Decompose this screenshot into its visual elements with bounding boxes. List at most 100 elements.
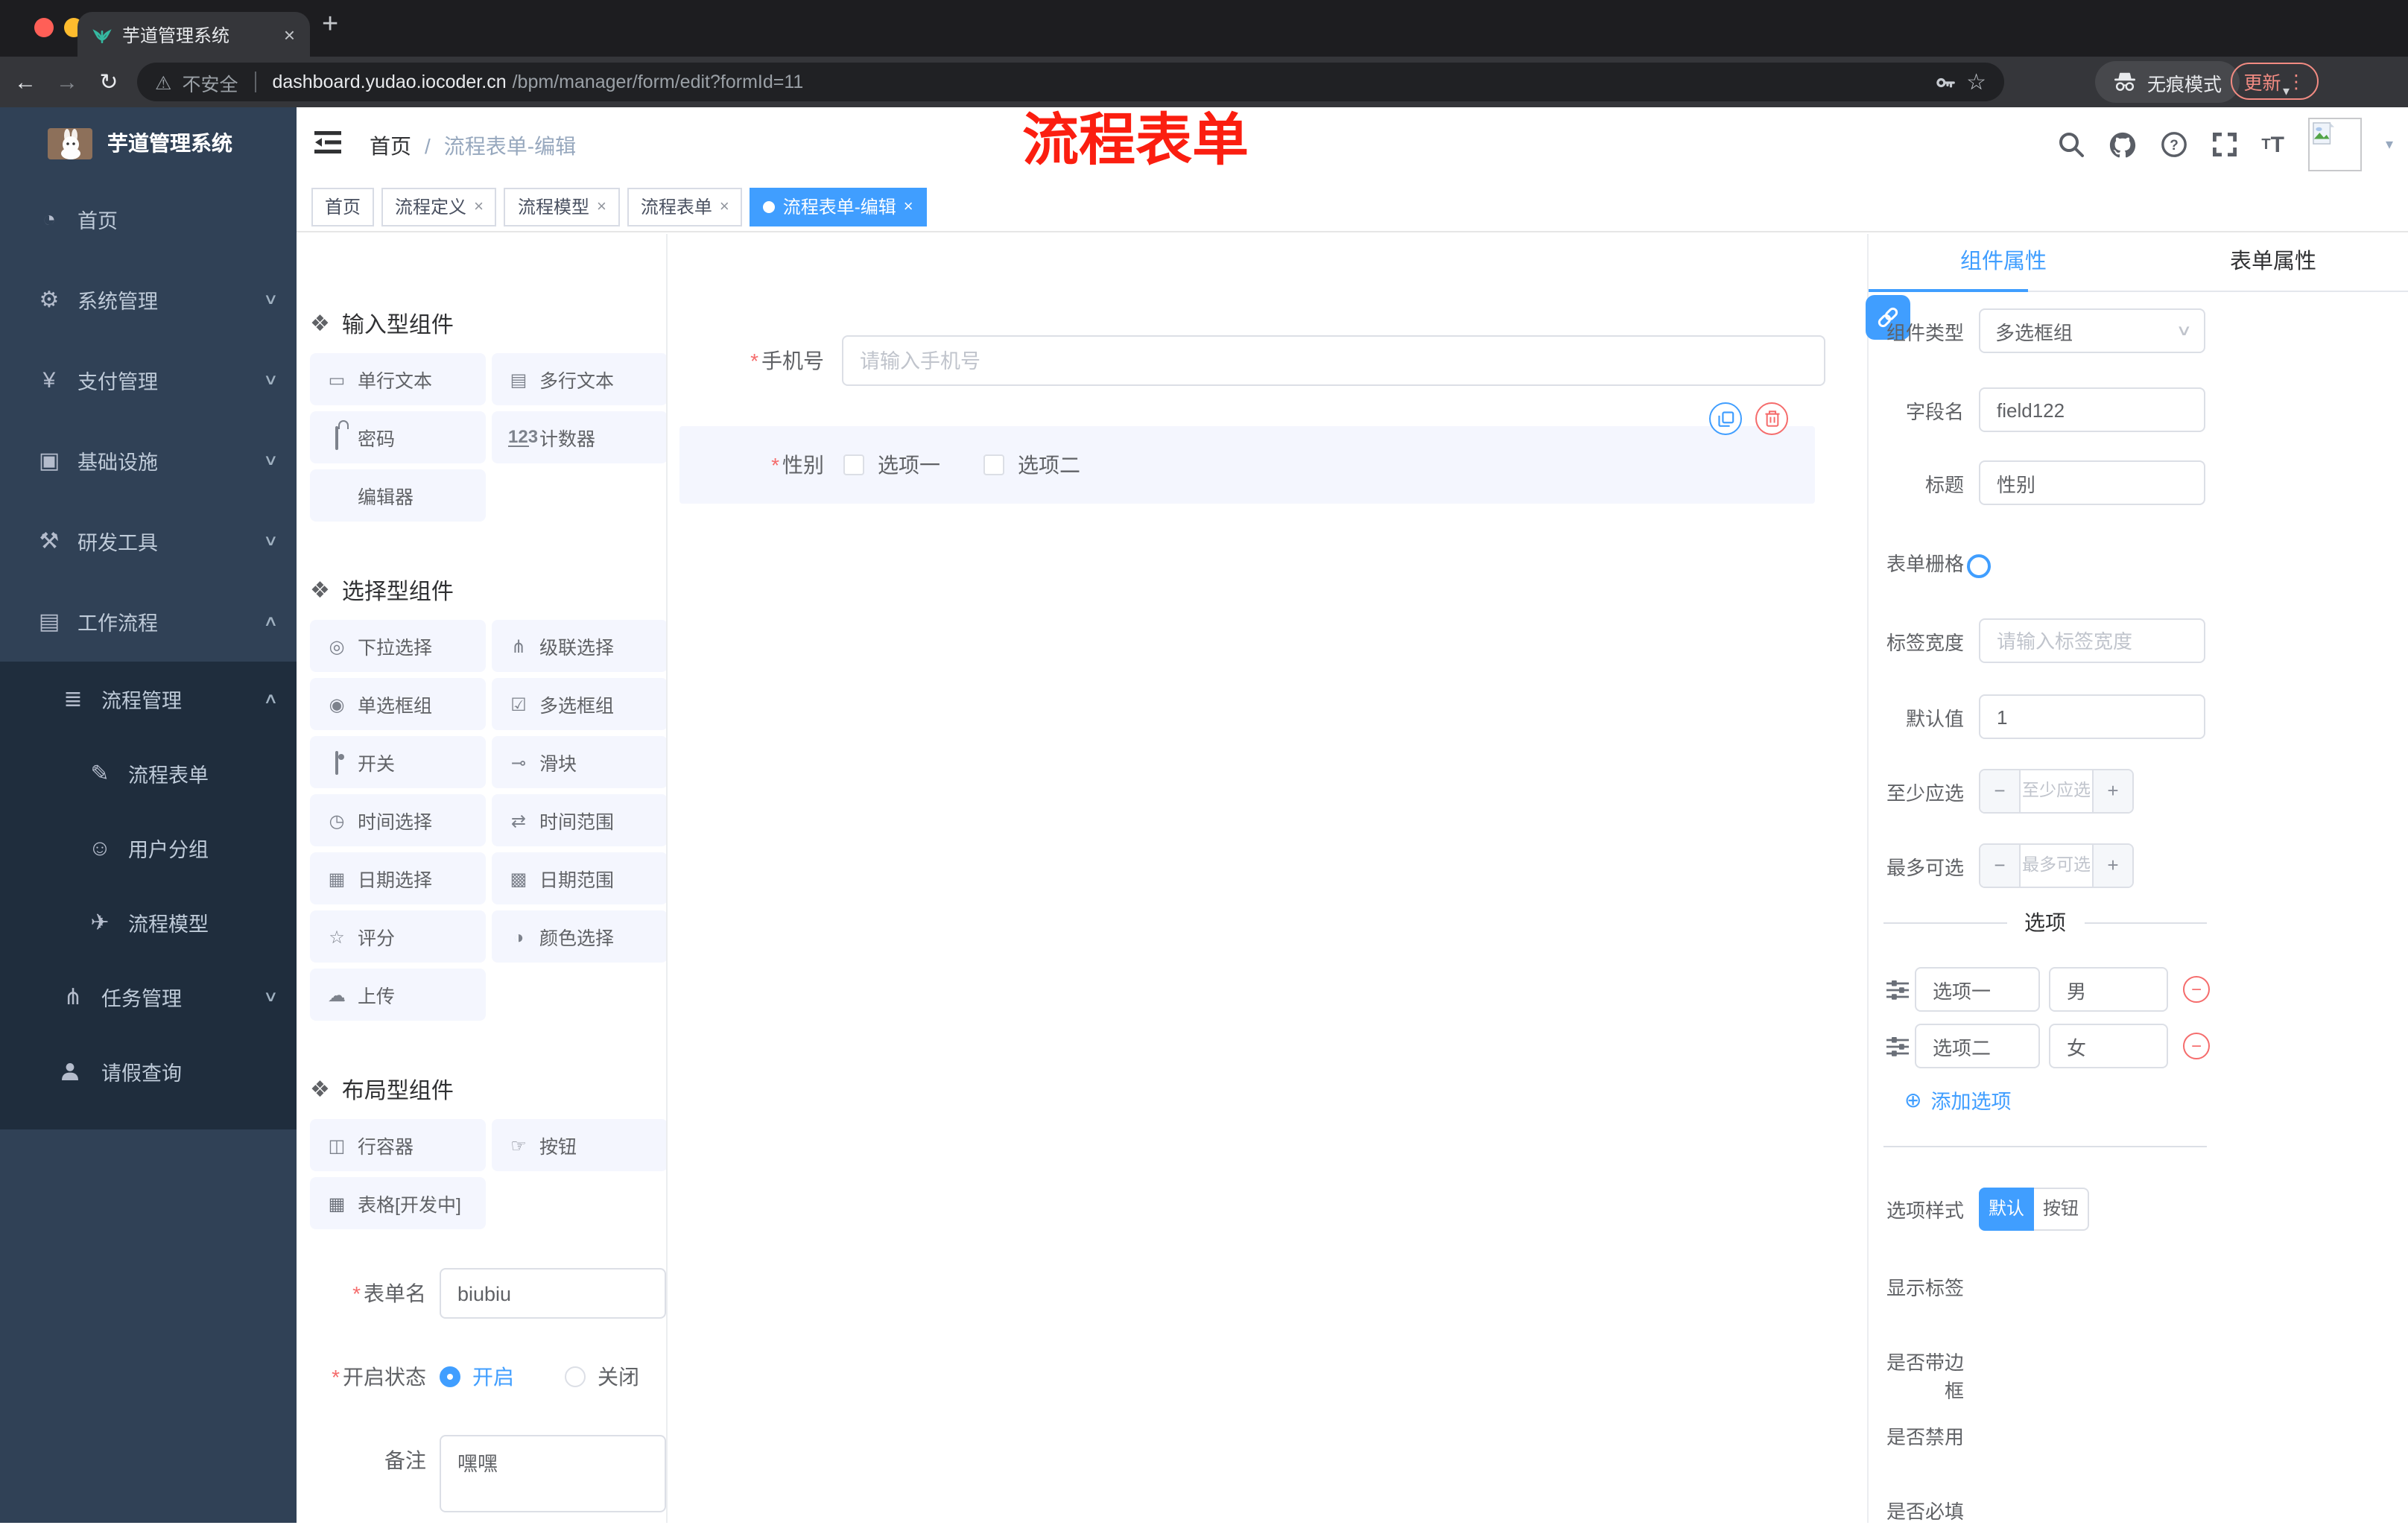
breadcrumb-home[interactable]: 首页: [370, 131, 411, 161]
component-editor[interactable]: 编辑器: [310, 469, 486, 522]
phone-input[interactable]: [842, 335, 1825, 386]
reload-icon[interactable]: ↻: [92, 69, 125, 95]
default-value-input[interactable]: [1979, 694, 2205, 739]
form-name-input[interactable]: [440, 1268, 666, 1319]
component-checkbox-group[interactable]: ☑ 多选框组: [492, 678, 666, 730]
component-type-select[interactable]: 多选框组 ∨: [1979, 308, 2205, 353]
radio-on-label[interactable]: 开启: [472, 1351, 514, 1402]
tab-component-props[interactable]: 组件属性: [1869, 234, 2138, 291]
new-tab-button[interactable]: +: [322, 9, 338, 42]
tag-process-form[interactable]: 流程表单 ×: [627, 187, 743, 226]
component-radio-group[interactable]: ◉ 单选框组: [310, 678, 486, 730]
search-icon[interactable]: [2057, 131, 2084, 158]
sidebar-item-user-group[interactable]: ☺ 用户分组: [0, 811, 297, 885]
component-date-picker[interactable]: ▦ 日期选择: [310, 852, 486, 904]
checkbox-unchecked[interactable]: [843, 454, 864, 475]
drag-handle-icon[interactable]: [1886, 979, 1909, 1000]
component-password[interactable]: 密码: [310, 411, 486, 463]
url-bar[interactable]: ⚠ 不安全 dashboard.yudao.iocoder.cn/bpm/man…: [137, 63, 2004, 101]
delete-component-button[interactable]: [1755, 402, 1788, 435]
form-canvas[interactable]: *手机号 *性别 选项一 选项二: [669, 234, 1867, 1523]
form-remark-textarea[interactable]: 嘿嘿: [440, 1435, 666, 1512]
sidebar-item-payment[interactable]: ¥ 支付管理 ∨: [0, 340, 297, 420]
component-counter[interactable]: 123 计数器: [492, 411, 666, 463]
component-time-range[interactable]: ⇄ 时间范围: [492, 794, 666, 846]
field-name-input[interactable]: [1979, 387, 2205, 432]
tag-home[interactable]: 首页: [311, 187, 375, 226]
component-rate[interactable]: ☆ 评分: [310, 910, 486, 963]
component-table[interactable]: ▦ 表格[开发中]: [310, 1177, 486, 1229]
gender-option-1[interactable]: 选项一: [843, 450, 940, 480]
sidebar-item-process-form[interactable]: ✎ 流程表单: [0, 736, 297, 811]
style-button-button[interactable]: 按钮: [2034, 1188, 2089, 1231]
window-close-button[interactable]: [34, 18, 54, 37]
forward-icon[interactable]: →: [51, 69, 83, 95]
tag-process-model[interactable]: 流程模型 ×: [504, 187, 620, 226]
style-default-button[interactable]: 默认: [1979, 1188, 2034, 1231]
radio-off[interactable]: [565, 1366, 586, 1387]
component-row-container[interactable]: ◫ 行容器: [310, 1119, 486, 1171]
browser-tab[interactable]: 芋道管理系统 ×: [77, 12, 310, 57]
font-size-icon[interactable]: TT: [2261, 132, 2284, 157]
checkbox-label[interactable]: 选项二: [1018, 450, 1080, 480]
stepper-minus-button[interactable]: −: [1980, 770, 2021, 812]
sidebar-item-devtools[interactable]: ⚒ 研发工具 ∨: [0, 501, 297, 581]
radio-on[interactable]: [440, 1366, 460, 1387]
tab-close-icon[interactable]: ×: [284, 23, 295, 45]
remove-option-button[interactable]: −: [2183, 976, 2210, 1003]
gender-option-2[interactable]: 选项二: [983, 450, 1080, 480]
sidebar-collapse-icon[interactable]: [314, 130, 341, 155]
component-button[interactable]: ☞ 按钮: [492, 1119, 666, 1171]
stepper-minus-button[interactable]: −: [1980, 845, 2021, 887]
option-label-input[interactable]: [1915, 1024, 2040, 1068]
slider-handle[interactable]: [1967, 554, 1991, 577]
avatar-caret-down-icon[interactable]: ▾: [2386, 136, 2393, 153]
tag-close-icon[interactable]: ×: [720, 197, 729, 215]
tag-close-icon[interactable]: ×: [474, 197, 484, 215]
component-upload[interactable]: ☁ 上传: [310, 969, 486, 1021]
tag-close-icon[interactable]: ×: [597, 197, 606, 215]
sidebar-brand[interactable]: 芋道管理系统: [0, 107, 297, 179]
canvas-field-phone[interactable]: * 手机号: [669, 335, 1825, 386]
stepper-placeholder[interactable]: 最多可选: [2021, 845, 2092, 887]
sidebar-item-process-model[interactable]: ✈ 流程模型: [0, 885, 297, 960]
checkbox-unchecked[interactable]: [983, 454, 1004, 475]
component-switch[interactable]: 开关: [310, 736, 486, 788]
stepper-plus-button[interactable]: +: [2092, 845, 2132, 887]
label-width-input[interactable]: [1979, 618, 2205, 663]
fullscreen-icon[interactable]: [2211, 131, 2237, 158]
option-label-input[interactable]: [1915, 967, 2040, 1012]
canvas-field-gender-selected[interactable]: * 性别 选项一 选项二: [679, 426, 1815, 504]
drag-handle-icon[interactable]: [1886, 1036, 1909, 1056]
github-icon[interactable]: [2108, 130, 2136, 159]
option-value-input[interactable]: [2049, 1024, 2168, 1068]
component-cascade[interactable]: ⋔ 级联选择: [492, 620, 666, 672]
sidebar-item-workflow[interactable]: ▤ 工作流程 ∧: [0, 581, 297, 662]
component-slider[interactable]: ⊸ 滑块: [492, 736, 666, 788]
update-button[interactable]: 更新 ⋮: [2231, 63, 2319, 100]
title-input[interactable]: [1979, 460, 2205, 505]
sidebar-item-task-management[interactable]: ⋔ 任务管理 ∨: [0, 960, 297, 1034]
add-option-button[interactable]: ⊕ 添加选项: [1904, 1085, 2011, 1115]
tab-form-props[interactable]: 表单属性: [2138, 234, 2408, 291]
help-icon[interactable]: ?: [2160, 131, 2187, 158]
sidebar-item-infrastructure[interactable]: ▣ 基础设施 ∨: [0, 420, 297, 501]
sidebar-item-process-management[interactable]: ≣ 流程管理 ∧: [0, 662, 297, 736]
sidebar-item-leave-query[interactable]: 请假查询: [0, 1034, 297, 1109]
sidebar-item-home[interactable]: ◔ 首页: [0, 179, 297, 259]
component-color-picker[interactable]: ◑ 颜色选择: [492, 910, 666, 963]
checkbox-label[interactable]: 选项一: [878, 450, 940, 480]
remove-option-button[interactable]: −: [2183, 1033, 2210, 1059]
tag-process-form-edit[interactable]: 流程表单-编辑 ×: [750, 187, 927, 226]
stepper-plus-button[interactable]: +: [2092, 770, 2132, 812]
tag-process-definition[interactable]: 流程定义 ×: [381, 187, 497, 226]
back-icon[interactable]: ←: [9, 69, 42, 95]
component-multi-text[interactable]: ▤ 多行文本: [492, 353, 666, 405]
component-single-text[interactable]: ▭ 单行文本: [310, 353, 486, 405]
component-time-picker[interactable]: ◷ 时间选择: [310, 794, 486, 846]
not-secure-label[interactable]: 不安全: [182, 68, 238, 96]
password-key-icon[interactable]: [1933, 71, 1956, 93]
tag-close-icon[interactable]: ×: [904, 197, 913, 215]
bookmark-star-icon[interactable]: ☆: [1966, 69, 1986, 95]
component-date-range[interactable]: ▩ 日期范围: [492, 852, 666, 904]
